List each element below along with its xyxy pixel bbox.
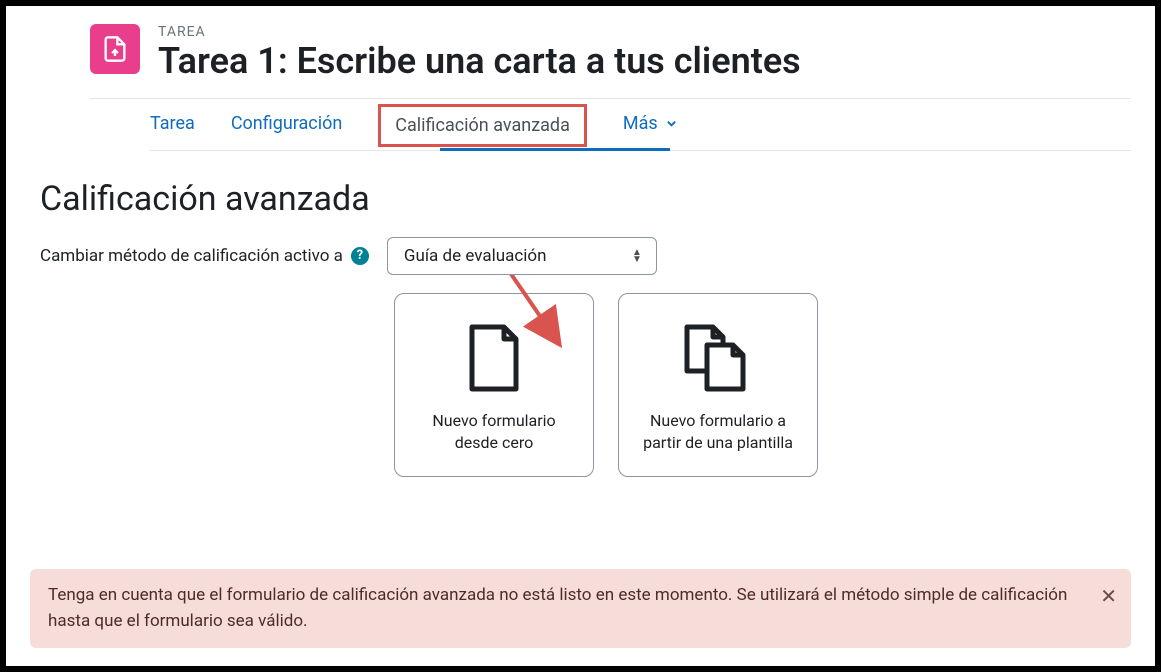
alert-text: Tenga en cuenta que el formulario de cal… bbox=[48, 585, 1067, 631]
new-form-from-scratch-button[interactable]: Nuevo formulario desde cero bbox=[394, 293, 594, 478]
card-label: Nuevo formulario desde cero bbox=[413, 410, 575, 455]
document-stack-icon bbox=[679, 322, 757, 396]
select-value: Guía de evaluación bbox=[404, 246, 547, 266]
annotation-highlight-box: Calificación avanzada bbox=[378, 104, 587, 147]
tab-tarea[interactable]: Tarea bbox=[150, 113, 195, 138]
tab-more-label: Más bbox=[623, 113, 658, 134]
section-title: Calificación avanzada bbox=[40, 179, 1131, 219]
page-header: TAREA Tarea 1: Escribe una carta a tus c… bbox=[90, 24, 1131, 82]
new-form-from-template-button[interactable]: Nuevo formulario a partir de una plantil… bbox=[618, 293, 818, 478]
tab-more[interactable]: Más bbox=[623, 113, 677, 138]
warning-alert: Tenga en cuenta que el formulario de cal… bbox=[30, 569, 1131, 648]
help-icon[interactable]: ? bbox=[351, 247, 369, 265]
tab-bar: Tarea Configuración Calificación avanzad… bbox=[150, 99, 1131, 151]
page-task-title: Tarea 1: Escribe una carta a tus cliente… bbox=[158, 42, 801, 82]
grading-method-select[interactable]: Guía de evaluación ▲▼ bbox=[387, 237, 657, 275]
active-tab-underline bbox=[440, 148, 670, 151]
select-updown-icon: ▲▼ bbox=[632, 249, 642, 263]
chevron-down-icon bbox=[666, 113, 677, 134]
card-label: Nuevo formulario a partir de una plantil… bbox=[637, 410, 799, 455]
document-icon bbox=[466, 322, 522, 396]
breadcrumb-label: TAREA bbox=[158, 24, 801, 40]
tab-configuracion[interactable]: Configuración bbox=[231, 113, 342, 138]
tab-calificacion-avanzada[interactable]: Calificación avanzada bbox=[395, 115, 570, 136]
assignment-icon bbox=[90, 24, 140, 74]
grading-method-label: Cambiar método de calificación activo a bbox=[40, 246, 343, 266]
close-icon[interactable]: ✕ bbox=[1100, 581, 1117, 611]
